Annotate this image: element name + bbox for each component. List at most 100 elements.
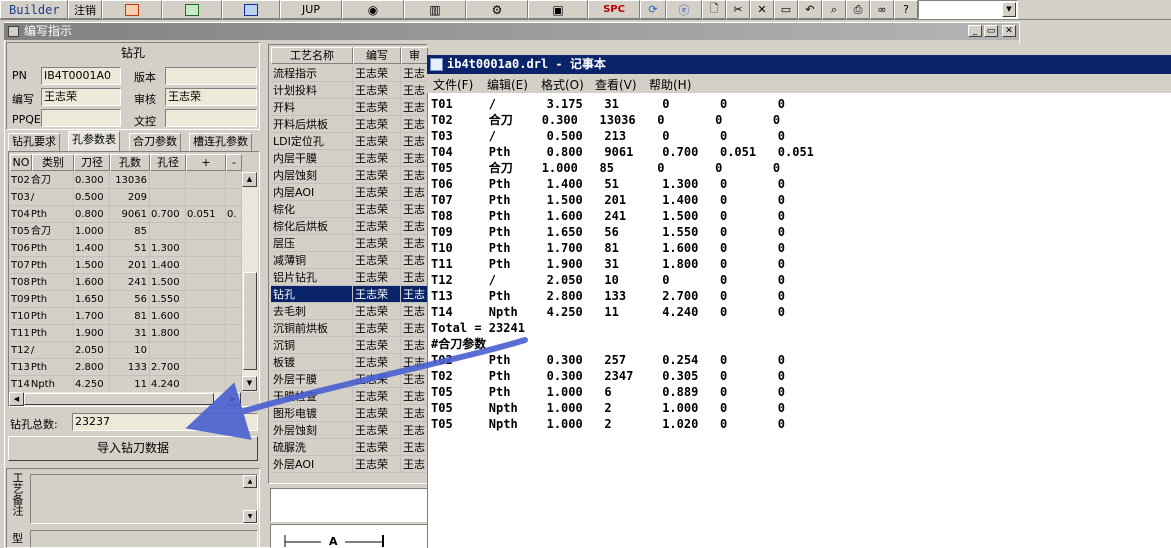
scroll-down-icon[interactable]: ▼ xyxy=(242,376,257,391)
grid-cell[interactable] xyxy=(226,274,242,291)
binoculars-icon[interactable]: ∞ xyxy=(870,0,894,19)
grid-cell[interactable]: 0.700 xyxy=(150,206,186,223)
process-row[interactable]: 开料 xyxy=(271,99,353,116)
grid-col-header[interactable]: NO xyxy=(10,154,32,171)
close-icon[interactable]: ✕ xyxy=(1002,25,1016,37)
scroll-right-icon[interactable]: ▶ xyxy=(226,392,241,406)
process-col-header[interactable]: 审 xyxy=(401,47,428,64)
grid-cell[interactable] xyxy=(150,189,186,206)
grid-cell[interactable] xyxy=(186,274,226,291)
process-row[interactable]: 王志荣 xyxy=(353,201,401,218)
powerpoint-icon[interactable] xyxy=(102,0,162,19)
spc-button[interactable]: SPC xyxy=(588,0,640,19)
process-row[interactable]: 王志 xyxy=(401,269,428,286)
process-row[interactable]: 王志荣 xyxy=(353,235,401,252)
menu-view[interactable]: 查看(V) xyxy=(595,76,637,93)
grid-cell[interactable] xyxy=(150,223,186,240)
process-row-selected[interactable]: 王志荣 xyxy=(353,286,401,303)
process-row[interactable]: 王志荣 xyxy=(353,133,401,150)
total-holes-field[interactable]: 23237 xyxy=(72,413,258,431)
grid-cell-tool[interactable]: T08Pth xyxy=(10,274,74,291)
process-row[interactable]: 王志荣 xyxy=(353,99,401,116)
process-row[interactable]: 王志荣 xyxy=(353,116,401,133)
version-field[interactable] xyxy=(165,67,257,85)
remarks-textarea[interactable] xyxy=(30,474,258,524)
grid-cell[interactable]: 241 xyxy=(110,274,150,291)
process-note-field[interactable] xyxy=(270,488,428,522)
process-row[interactable]: 王志荣 xyxy=(353,303,401,320)
grid-cell[interactable] xyxy=(186,291,226,308)
import-drill-data-button[interactable]: 导入钻刀数据 xyxy=(8,436,258,461)
process-row[interactable]: 王志荣 xyxy=(353,388,401,405)
process-row[interactable]: 王志 xyxy=(401,184,428,201)
tab-hole-params[interactable]: 孔参数表 xyxy=(68,131,120,151)
process-row[interactable]: 外层干膜 xyxy=(271,371,353,388)
grid-cell-tool[interactable]: T09Pth xyxy=(10,291,74,308)
grid-cell[interactable] xyxy=(226,240,242,257)
grid-vscroll-thumb[interactable] xyxy=(243,272,257,370)
grid-col-header[interactable]: 孔径 xyxy=(150,154,186,171)
doc-control-field[interactable] xyxy=(165,109,257,127)
process-row[interactable]: 硫脲洗 xyxy=(271,439,353,456)
cut-icon[interactable]: ✂ xyxy=(726,0,750,19)
process-row[interactable]: 内层AOI xyxy=(271,184,353,201)
process-row[interactable]: 王志 xyxy=(401,133,428,150)
grid-cell[interactable]: 209 xyxy=(110,189,150,206)
process-row[interactable]: 王志 xyxy=(401,371,428,388)
process-row[interactable]: 王志荣 xyxy=(353,337,401,354)
process-col-header[interactable]: 工艺名称 xyxy=(271,47,353,64)
process-row[interactable]: LDI定位孔 xyxy=(271,133,353,150)
menu-file[interactable]: 文件(F) xyxy=(433,76,473,93)
grid-cell[interactable]: 1.500 xyxy=(150,274,186,291)
grid-cell-tool[interactable]: T04Pth xyxy=(10,206,74,223)
process-row[interactable]: 王志 xyxy=(401,235,428,252)
grid-cell[interactable]: 51 xyxy=(110,240,150,257)
grid-cell[interactable] xyxy=(226,376,242,393)
process-row[interactable]: 王志荣 xyxy=(353,371,401,388)
excel-icon[interactable] xyxy=(162,0,222,19)
grid-cell[interactable]: 1.000 xyxy=(74,223,110,240)
grid-cell[interactable]: 1.550 xyxy=(150,291,186,308)
process-row[interactable]: 减薄铜 xyxy=(271,252,353,269)
process-row[interactable]: 王志 xyxy=(401,116,428,133)
grid-col-header[interactable]: 刀径 xyxy=(74,154,110,171)
tab-slot-params[interactable]: 槽连孔参数 xyxy=(189,133,252,151)
logout-button[interactable]: 注销 xyxy=(68,0,102,19)
process-row[interactable]: 棕化后烘板 xyxy=(271,218,353,235)
grid-cell[interactable] xyxy=(226,172,242,189)
grid-cell[interactable]: 133 xyxy=(110,359,150,376)
grid-cell[interactable] xyxy=(186,308,226,325)
eye-icon[interactable]: ◉ xyxy=(342,0,404,19)
process-row[interactable]: 王志 xyxy=(401,82,428,99)
process-row[interactable]: 王志荣 xyxy=(353,184,401,201)
grid-cell[interactable] xyxy=(186,223,226,240)
minimize-icon[interactable]: _ xyxy=(968,25,982,37)
grid-cell-tool[interactable]: T06Pth xyxy=(10,240,74,257)
process-row[interactable]: 内层蚀刻 xyxy=(271,167,353,184)
process-row-selected[interactable]: 钻孔 xyxy=(271,286,353,303)
grid-cell-tool[interactable]: T07Pth xyxy=(10,257,74,274)
grid-cell[interactable]: 0.800 xyxy=(74,206,110,223)
grid-cell[interactable]: 0. xyxy=(226,206,242,223)
grid-cell[interactable] xyxy=(226,189,242,206)
grid-cell[interactable] xyxy=(226,223,242,240)
grid-cell[interactable]: 0.051 xyxy=(186,206,226,223)
scroll-left-icon[interactable]: ◀ xyxy=(9,392,24,406)
process-row[interactable]: 开料后烘板 xyxy=(271,116,353,133)
grid-cell[interactable] xyxy=(226,308,242,325)
process-row[interactable]: 铝片钻孔 xyxy=(271,269,353,286)
grid-cell[interactable] xyxy=(186,376,226,393)
grid-col-header[interactable]: - xyxy=(226,154,242,171)
grid-cell[interactable]: 1.600 xyxy=(150,308,186,325)
process-row[interactable]: 王志 xyxy=(401,456,428,473)
refresh-icon[interactable]: ⟳ xyxy=(640,0,666,19)
grid-cell[interactable] xyxy=(186,172,226,189)
save-icon[interactable]: ▭ xyxy=(774,0,798,19)
network-icon[interactable]: ⚙ xyxy=(466,0,528,19)
process-row[interactable]: 王志 xyxy=(401,337,428,354)
process-row[interactable]: 王志荣 xyxy=(353,65,401,82)
restore-icon[interactable]: ▭ xyxy=(984,25,998,37)
word-icon[interactable] xyxy=(222,0,280,19)
grid-cell[interactable]: 4.250 xyxy=(74,376,110,393)
grid-cell[interactable] xyxy=(186,359,226,376)
